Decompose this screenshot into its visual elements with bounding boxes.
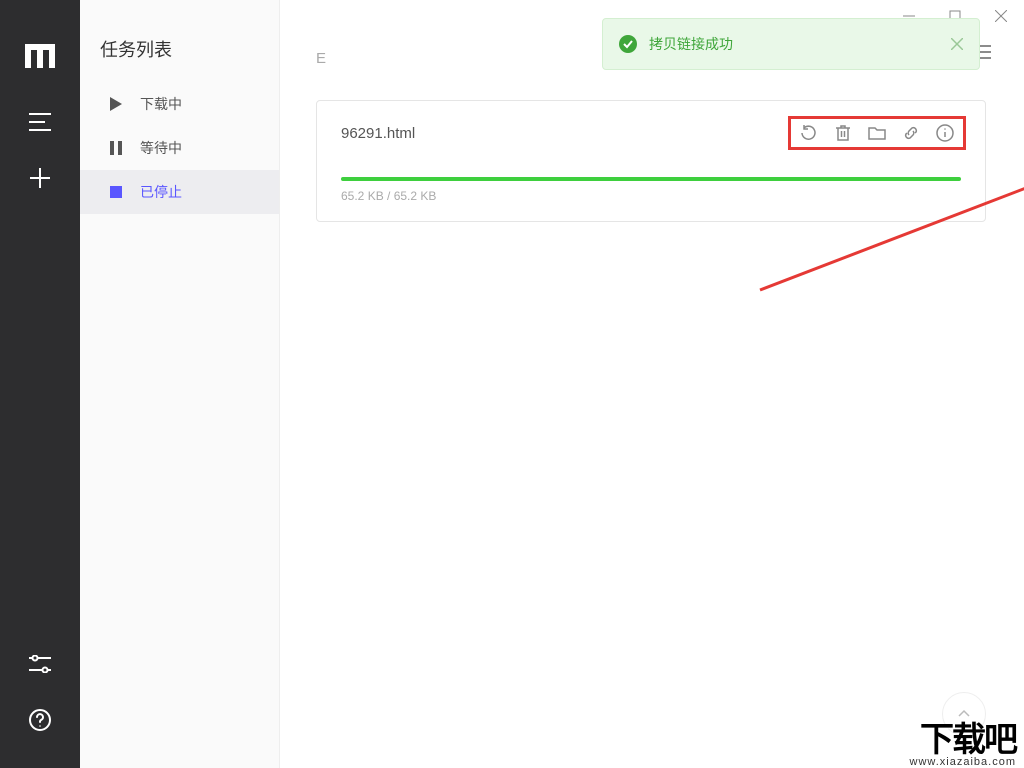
- add-icon[interactable]: [20, 158, 60, 198]
- restart-icon[interactable]: [799, 123, 819, 143]
- play-icon: [108, 96, 124, 112]
- app-logo: [25, 44, 55, 68]
- watermark: 下载吧 www.xiazaiba.com: [910, 723, 1016, 768]
- task-actions-group: [793, 121, 961, 145]
- settings-icon[interactable]: [20, 644, 60, 684]
- task-card[interactable]: 96291.html: [316, 100, 986, 222]
- menu-icon[interactable]: [20, 102, 60, 142]
- sidebar-title: 任务列表: [80, 36, 279, 82]
- sidebar-item-label: 下载中: [140, 94, 182, 114]
- page-tab-stub: E: [316, 50, 326, 67]
- nav-rail: [0, 0, 80, 768]
- sidebar-item-label: 等待中: [140, 138, 182, 158]
- folder-icon[interactable]: [867, 123, 887, 143]
- check-circle-icon: [619, 35, 637, 53]
- progress-bar: [341, 177, 961, 181]
- sidebar-item-waiting[interactable]: 等待中: [80, 126, 279, 170]
- sidebar-item-downloading[interactable]: 下载中: [80, 82, 279, 126]
- stop-icon: [108, 184, 124, 200]
- close-button[interactable]: [978, 0, 1024, 32]
- help-icon[interactable]: [20, 700, 60, 740]
- trash-icon[interactable]: [833, 123, 853, 143]
- link-icon[interactable]: [901, 123, 921, 143]
- watermark-url: www.xiazaiba.com: [910, 757, 1016, 768]
- toast-message: 拷贝链接成功: [649, 34, 733, 54]
- toast-close-icon[interactable]: [951, 38, 963, 50]
- toast-success: 拷贝链接成功: [602, 18, 980, 70]
- task-filename: 96291.html: [341, 125, 415, 142]
- main-area: E 拷贝链接成功 96291.html: [280, 0, 1024, 768]
- task-size-text: 65.2 KB / 65.2 KB: [341, 189, 961, 203]
- pause-icon: [108, 140, 124, 156]
- sidebar-item-stopped[interactable]: 已停止: [80, 170, 279, 214]
- sidebar: 任务列表 下载中 等待中 已停止: [80, 0, 280, 768]
- watermark-title: 下载吧: [910, 723, 1016, 757]
- sidebar-item-label: 已停止: [140, 182, 182, 202]
- info-icon[interactable]: [935, 123, 955, 143]
